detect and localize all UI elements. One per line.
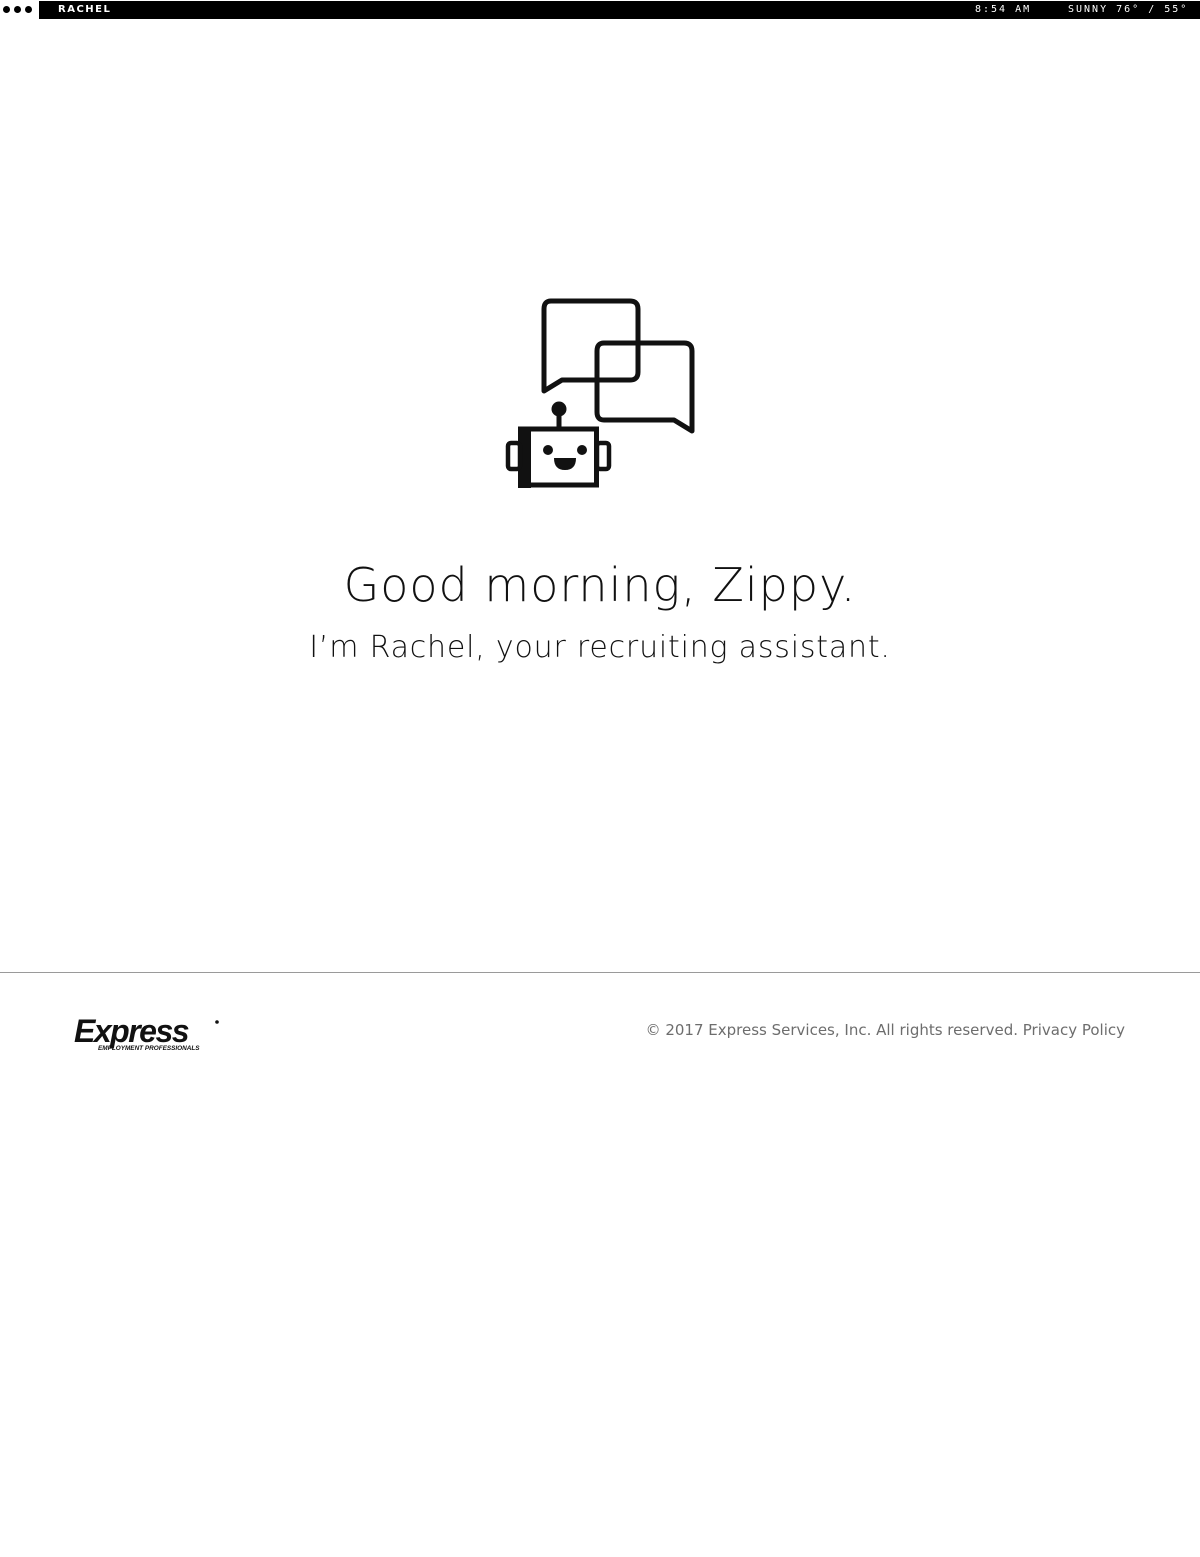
speech-bubble-front-icon bbox=[594, 340, 695, 434]
express-logo[interactable]: Express EMPLOYMENT PROFESSIONALS bbox=[74, 1011, 224, 1055]
menu-dot bbox=[25, 6, 32, 13]
menu-dot bbox=[14, 6, 21, 13]
copyright-text: © 2017 Express Services, Inc. All rights… bbox=[645, 1021, 1018, 1039]
logo-wordmark: Express bbox=[74, 1013, 189, 1049]
privacy-policy-link[interactable]: Privacy Policy bbox=[1023, 1021, 1125, 1039]
footer-divider bbox=[0, 972, 1200, 973]
app-name: RACHEL bbox=[58, 4, 112, 15]
clock-time: 8:54 AM bbox=[975, 4, 1032, 15]
top-bar: RACHEL 8:54 AM SUNNY 76° / 55° bbox=[0, 0, 1200, 20]
menu-dot bbox=[3, 6, 10, 13]
weather-readout: SUNNY 76° / 55° bbox=[1068, 4, 1189, 15]
speech-bubble-back-icon bbox=[541, 298, 641, 394]
greeting-heading: Good morning, Zippy. bbox=[343, 558, 857, 612]
footer-legal: © 2017 Express Services, Inc. All rights… bbox=[646, 1020, 1125, 1040]
chatbot-icon bbox=[505, 298, 695, 488]
status-strip: RACHEL 8:54 AM SUNNY 76° / 55° bbox=[39, 1, 1200, 19]
robot-icon bbox=[505, 401, 612, 488]
logo-tagline: EMPLOYMENT PROFESSIONALS bbox=[98, 1045, 200, 1052]
three-dots-icon[interactable] bbox=[3, 6, 35, 14]
assistant-intro: I’m Rachel, your recruiting assistant. bbox=[309, 630, 891, 665]
